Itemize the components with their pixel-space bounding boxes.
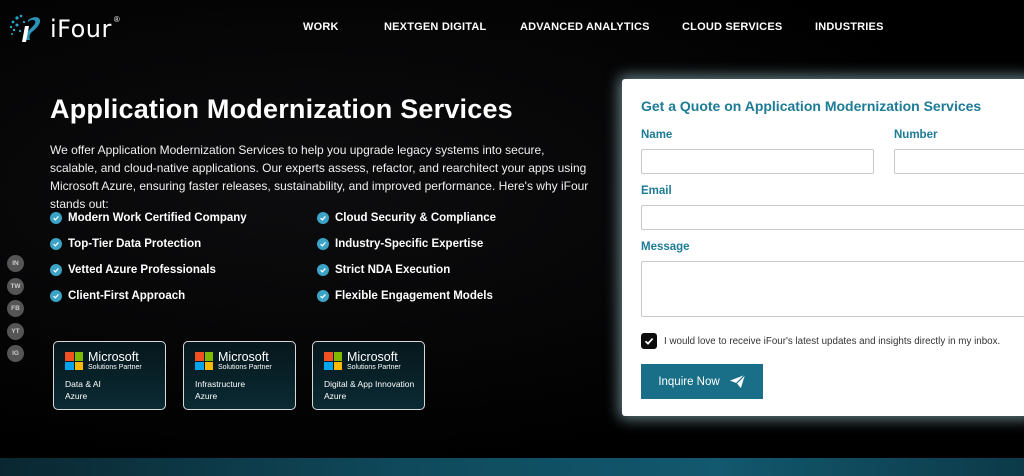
email-label: Email: [641, 185, 672, 197]
name-label: Name: [641, 129, 673, 141]
partner-tier: Solutions Partner: [88, 364, 142, 371]
feature-item: Top-Tier Data Protection: [50, 238, 201, 250]
partner-area: Data & AI: [65, 379, 101, 389]
partner-name: Microsoft: [88, 350, 139, 364]
checkmark-icon: [644, 338, 654, 345]
partner-tier: Solutions Partner: [347, 364, 401, 371]
consent-text: I would love to receive iFour's latest u…: [664, 335, 1001, 347]
message-textarea[interactable]: [642, 262, 1024, 316]
youtube-icon[interactable]: YT: [7, 322, 24, 340]
feature-item: Flexible Engagement Models: [317, 290, 493, 302]
number-field[interactable]: [894, 149, 1024, 174]
hero-description: We offer Application Modernization Servi…: [50, 143, 589, 211]
feature-label: Vetted Azure Professionals: [68, 264, 216, 276]
form-title: Get a Quote on Application Modernization…: [641, 98, 982, 114]
feature-label: Modern Work Certified Company: [68, 212, 247, 224]
feature-label: Flexible Engagement Models: [335, 290, 493, 302]
partner-platform: Azure: [65, 391, 88, 401]
feature-label: Industry-Specific Expertise: [335, 238, 484, 250]
partner-badge-data-ai: Microsoft Solutions Partner Data & AI Az…: [53, 341, 166, 410]
facebook-icon[interactable]: FB: [7, 300, 24, 317]
partner-area: Digital & App Innovation: [324, 379, 415, 389]
feature-item: Modern Work Certified Company: [50, 212, 247, 224]
email-field[interactable]: [641, 205, 1024, 230]
number-input[interactable]: [895, 150, 1024, 173]
linkedin-icon[interactable]: IN: [7, 255, 24, 272]
send-icon: [729, 374, 746, 389]
partner-area: Infrastructure: [195, 379, 246, 389]
quote-form: Get a Quote on Application Modernization…: [622, 79, 1024, 416]
email-input[interactable]: [642, 206, 1024, 229]
microsoft-logo-icon: [324, 352, 342, 370]
number-label: Number: [894, 129, 938, 141]
nav-item-industries[interactable]: INDUSTRIES: [815, 21, 884, 33]
nav-item-cloud-services[interactable]: CLOUD SERVICES: [682, 21, 782, 33]
nav-item-nextgen-digital[interactable]: NEXTGEN DIGITAL: [384, 21, 486, 33]
feature-item: Strict NDA Execution: [317, 264, 450, 276]
page: iFour ® WORK NEXTGEN DIGITAL ADVANCED AN…: [0, 0, 1024, 476]
feature-label: Top-Tier Data Protection: [68, 238, 202, 250]
check-circle-icon: [50, 290, 62, 302]
feature-label: Client-First Approach: [68, 290, 186, 302]
page-title: Application Modernization Services: [50, 94, 513, 124]
instagram-icon[interactable]: IG: [7, 345, 24, 362]
check-circle-icon: [317, 238, 329, 250]
inquire-now-button[interactable]: Inquire Now: [641, 364, 763, 399]
feature-item: Industry-Specific Expertise: [317, 238, 483, 250]
check-circle-icon: [50, 238, 62, 250]
partner-badge-infrastructure: Microsoft Solutions Partner Infrastructu…: [183, 341, 296, 410]
message-label: Message: [641, 241, 690, 253]
inquire-now-label: Inquire Now: [658, 375, 720, 388]
name-field[interactable]: [641, 149, 874, 174]
feature-label: Cloud Security & Compliance: [335, 212, 497, 224]
nav-item-advanced-analytics[interactable]: ADVANCED ANALYTICS: [520, 21, 650, 33]
partner-platform: Azure: [195, 391, 218, 401]
consent-checkbox[interactable]: [641, 333, 657, 349]
nav-item-work[interactable]: WORK: [303, 21, 339, 33]
check-circle-icon: [317, 264, 329, 276]
feature-item: Vetted Azure Professionals: [50, 264, 216, 276]
message-field[interactable]: [641, 261, 1024, 317]
partner-tier: Solutions Partner: [218, 364, 272, 371]
check-circle-icon: [317, 290, 329, 302]
partner-platform: Azure: [324, 391, 347, 401]
partner-badge-digital-app-innovation: Microsoft Solutions Partner Digital & Ap…: [312, 341, 425, 410]
feature-label: Strict NDA Execution: [335, 264, 451, 276]
newsletter-consent: I would love to receive iFour's latest u…: [641, 333, 1000, 349]
feature-item: Client-First Approach: [50, 290, 185, 302]
twitter-icon[interactable]: TW: [7, 277, 24, 295]
feature-item: Cloud Security & Compliance: [317, 212, 496, 224]
microsoft-logo-icon: [65, 352, 83, 370]
check-circle-icon: [317, 212, 329, 224]
microsoft-logo-icon: [195, 352, 213, 370]
check-circle-icon: [50, 264, 62, 276]
partner-name: Microsoft: [218, 350, 269, 364]
check-circle-icon: [50, 212, 62, 224]
partner-name: Microsoft: [347, 350, 398, 364]
main-nav: WORK NEXTGEN DIGITAL ADVANCED ANALYTICS …: [0, 21, 1024, 35]
social-rail: IN TW FB YT IG: [7, 255, 25, 368]
bottom-section-strip: [0, 458, 1024, 476]
name-input[interactable]: [642, 150, 873, 173]
